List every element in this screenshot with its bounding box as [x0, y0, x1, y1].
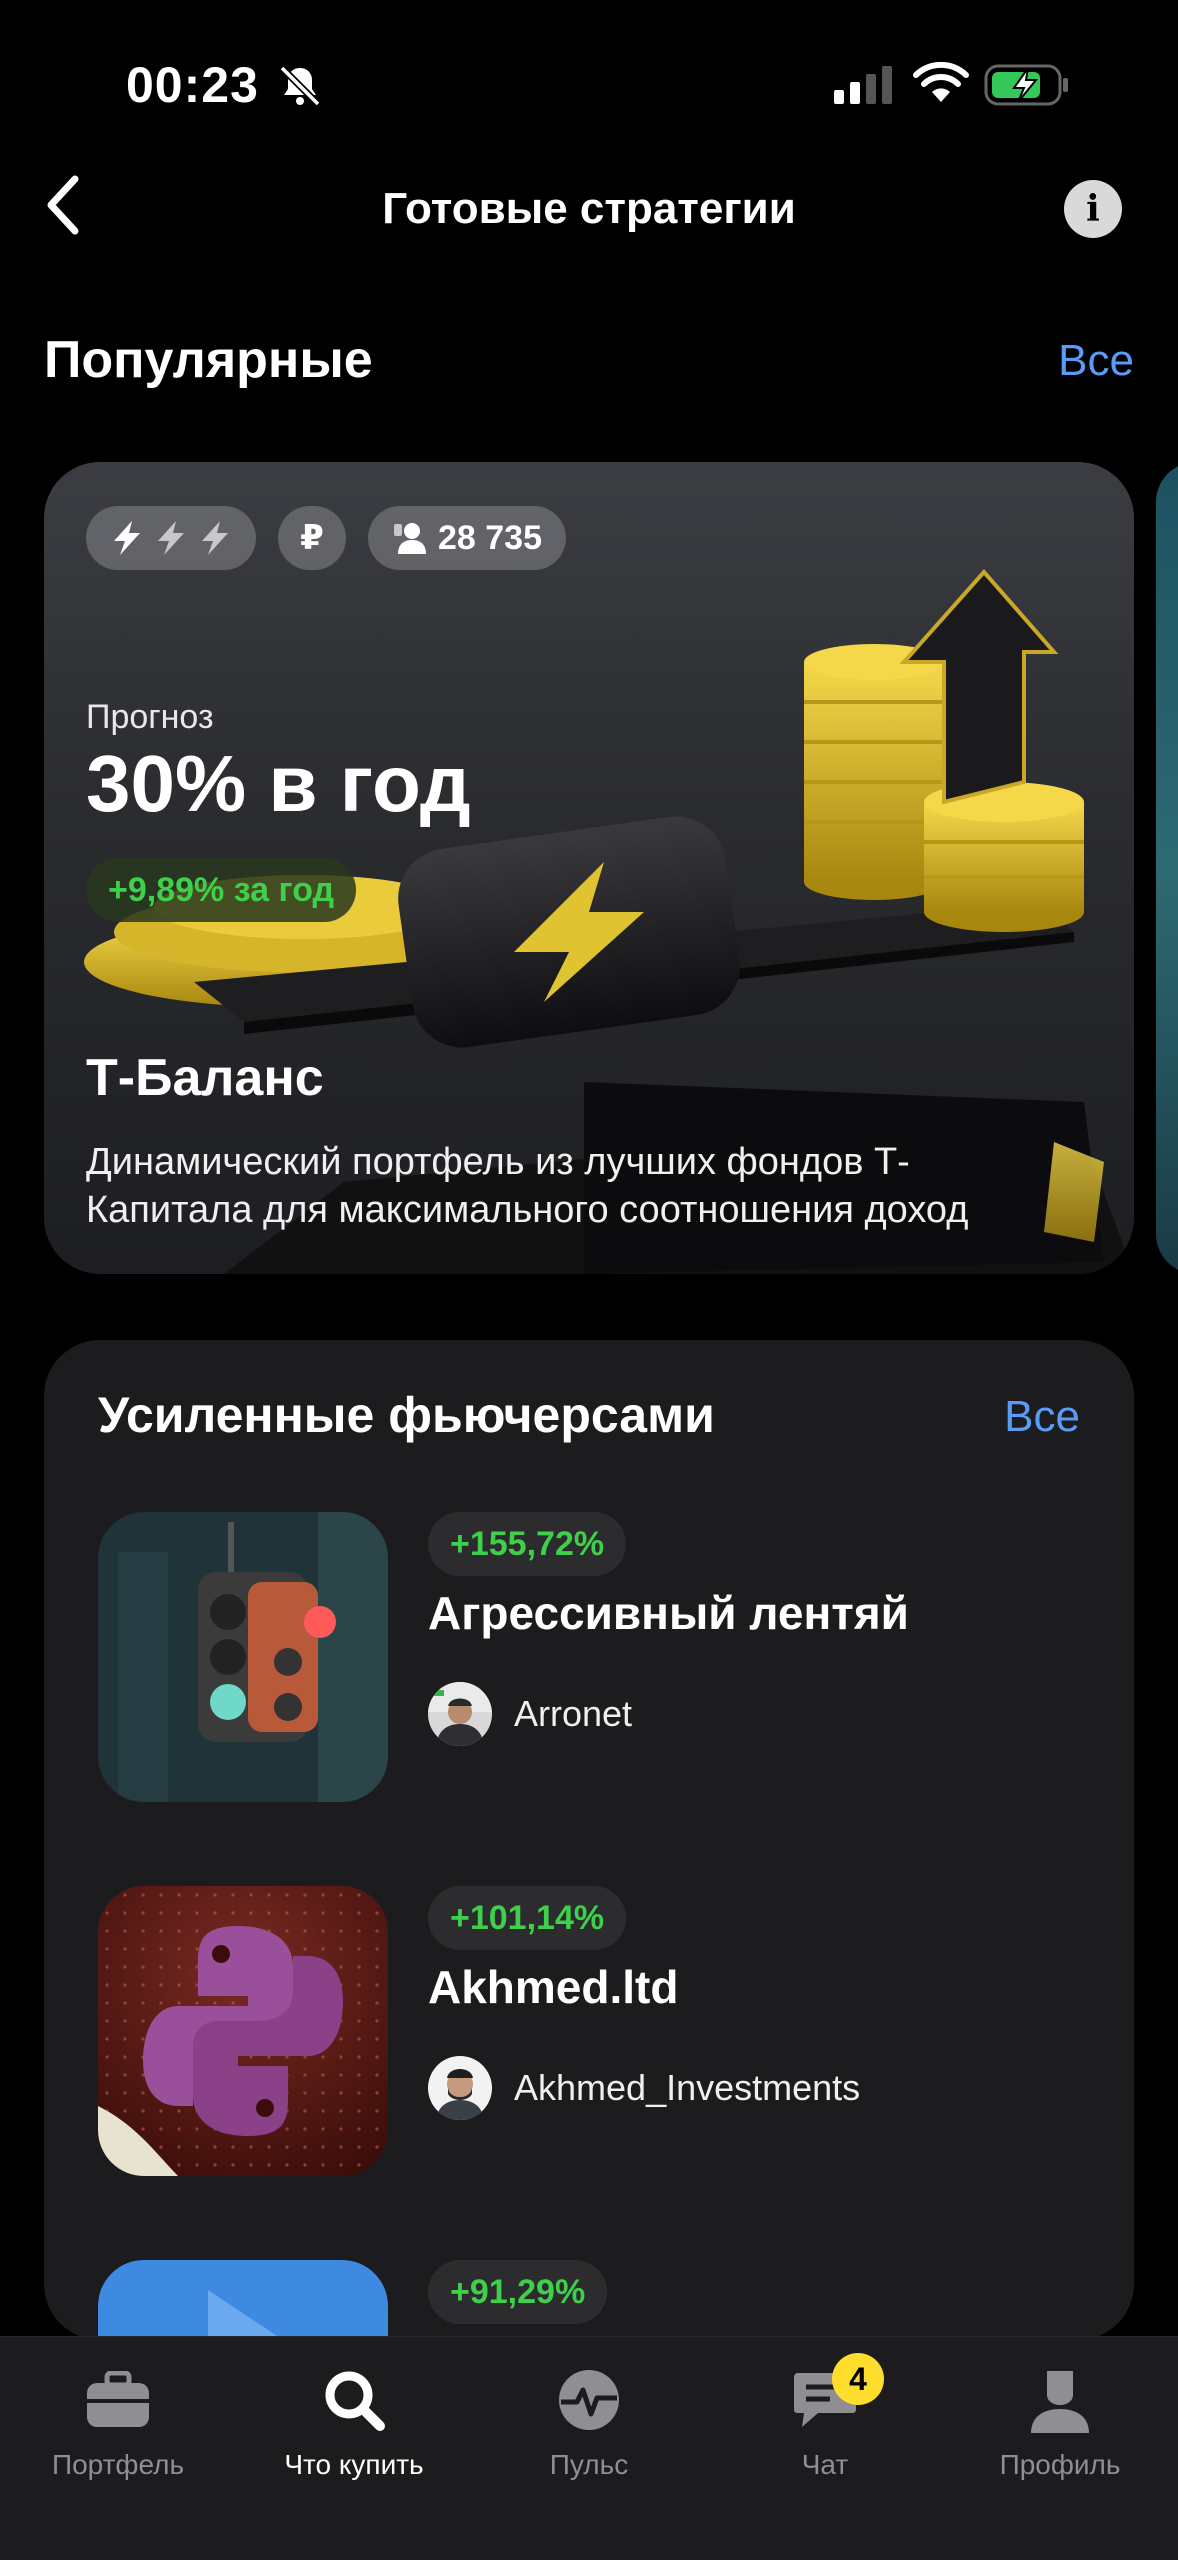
- strategy-name: Т-Баланс: [86, 1049, 324, 1107]
- list-item-strategy[interactable]: +91,29%: [98, 2260, 1098, 2340]
- list-item-strategy[interactable]: +155,72% Агрессивный лентяй Arronet: [98, 1512, 1098, 1802]
- status-time: 00:23: [126, 57, 259, 113]
- avatar: [428, 1682, 492, 1746]
- strategy-card-t-balance[interactable]: ₽ 28 735 Прогноз 30% в год +9,89% за год…: [44, 462, 1134, 1274]
- chat-unread-badge: 4: [832, 2353, 884, 2405]
- chat-icon: 4: [790, 2353, 884, 2435]
- page-title: Готовые стратегии: [382, 184, 796, 233]
- status-bar: 00:23: [0, 0, 1178, 150]
- forecast-value: 30% в год: [86, 739, 471, 828]
- avatar: [428, 2056, 492, 2120]
- subscribers-chip: 28 735: [368, 506, 566, 570]
- description-line-2: Капитала для максимального соотношения д…: [86, 1189, 969, 1231]
- traffic-light-image: [98, 1512, 388, 1802]
- users-icon: [394, 523, 426, 554]
- tab-bar: Портфель Что купить Пульс 4 Чат Профиль: [0, 2336, 1178, 2560]
- tab-what-to-buy[interactable]: Что купить: [236, 2357, 472, 2497]
- lightning-icon: [114, 521, 140, 555]
- list-item-strategy[interactable]: +101,14% Akhmed.ltd Akhmed_Investments: [98, 1886, 1098, 2176]
- strategy-return-badge: +101,14%: [428, 1886, 627, 1950]
- card-chips: ₽ 28 735: [86, 506, 566, 570]
- futures-section-title: Усиленные фьючерсами: [98, 1387, 715, 1443]
- description-line-1: Динамический портфель из лучших фондов Т…: [86, 1141, 910, 1183]
- strategy-return-badge: +91,29%: [428, 2260, 608, 2324]
- search-icon: [319, 2365, 389, 2435]
- tab-label: Что купить: [284, 2449, 424, 2480]
- tab-pulse[interactable]: Пульс: [471, 2357, 707, 2497]
- strategy-description: Динамический портфель из лучших фондов Т…: [86, 1138, 1086, 1234]
- info-button[interactable]: i: [1064, 180, 1122, 238]
- info-icon: i: [1086, 188, 1100, 230]
- futures-all-link[interactable]: Все: [1004, 1392, 1080, 1442]
- wifi-icon: [913, 62, 969, 102]
- currency-chip: ₽: [278, 506, 346, 570]
- strategy-return-badge: +155,72%: [428, 1512, 627, 1576]
- tab-label: Чат: [801, 2449, 849, 2480]
- tab-portfolio[interactable]: Портфель: [0, 2357, 236, 2497]
- subscribers-count: 28 735: [438, 518, 542, 557]
- tab-profile[interactable]: Профиль: [942, 2357, 1178, 2497]
- pulse-icon: [554, 2365, 624, 2435]
- lightning-icon: [158, 521, 184, 555]
- battery-charging-icon: [984, 64, 1068, 106]
- popular-all-link[interactable]: Все: [1058, 336, 1134, 386]
- author-name: Arronet: [514, 1693, 633, 1734]
- strategy-thumbnail: [98, 2260, 388, 2340]
- popular-section-title: Популярные: [44, 331, 373, 389]
- strategy-title: Akhmed.ltd: [428, 1961, 679, 2013]
- bell-off-icon: [279, 65, 321, 107]
- author[interactable]: Arronet: [428, 1682, 632, 1746]
- strategy-thumbnail: [98, 1886, 388, 2176]
- python-logo-image: [98, 1886, 388, 2176]
- author-name: Akhmed_Investments: [514, 2067, 861, 2108]
- profile-icon: [1025, 2365, 1095, 2435]
- gain-badge: +9,89% за год: [86, 858, 357, 922]
- tab-chat[interactable]: 4 Чат: [707, 2353, 943, 2497]
- next-strategy-card-peek[interactable]: [1156, 462, 1178, 1274]
- tab-label: Портфель: [51, 2449, 185, 2480]
- author[interactable]: Akhmed_Investments: [428, 2056, 860, 2120]
- risk-chip: [86, 506, 256, 570]
- currency-label: ₽: [300, 519, 324, 557]
- strategy-thumbnail: [98, 1512, 388, 1802]
- lightning-icon: [202, 521, 228, 555]
- play-image: [98, 2260, 388, 2340]
- tab-label: Пульс: [549, 2449, 629, 2480]
- futures-section-card: Усиленные фьючерсами Все +155,72% Агресс…: [44, 1340, 1134, 2340]
- signal-icon: [834, 66, 892, 104]
- tab-label: Профиль: [999, 2449, 1121, 2480]
- strategy-title: Агрессивный лентяй: [428, 1587, 909, 1639]
- forecast-label: Прогноз: [86, 698, 214, 736]
- briefcase-icon: [83, 2365, 153, 2435]
